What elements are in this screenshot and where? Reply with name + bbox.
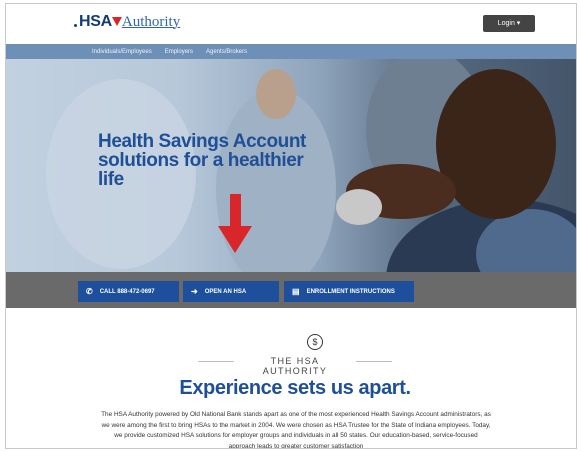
enrollment-instructions-button[interactable]: ▤ ENROLLMENT INSTRUCTIONS bbox=[284, 281, 414, 302]
logo-authority-text: Authority bbox=[121, 14, 181, 30]
nav-item-individuals[interactable]: Individuals/Employees bbox=[92, 49, 152, 55]
red-arrow-down-icon bbox=[218, 226, 252, 253]
logo-dot bbox=[74, 24, 77, 27]
logo-hsa-text: HSA bbox=[79, 13, 112, 30]
site-header: HSA Authority Login ▾ bbox=[6, 4, 576, 42]
call-button[interactable]: ✆ CALL 888-472-0697 bbox=[78, 281, 179, 302]
hero-banner: Health Savings Account solutions for a h… bbox=[6, 59, 576, 272]
hero-photo-bg-figure bbox=[256, 69, 296, 119]
section-headline: Experience sets us apart. bbox=[179, 377, 411, 399]
divider-left bbox=[198, 361, 234, 362]
logo-red-triangle-icon bbox=[111, 17, 122, 26]
open-hsa-button[interactable]: ➜ OPEN AN HSA bbox=[183, 281, 279, 302]
site-logo[interactable]: HSA Authority bbox=[74, 13, 180, 31]
open-hsa-button-label: OPEN AN HSA bbox=[204, 288, 247, 295]
divider-right bbox=[356, 361, 392, 362]
nav-item-employers[interactable]: Employers bbox=[165, 49, 193, 55]
phone-icon: ✆ bbox=[86, 287, 93, 296]
main-nav: Individuals/Employees Employers Agents/B… bbox=[6, 44, 576, 59]
hero-title: Health Savings Account solutions for a h… bbox=[98, 131, 306, 190]
nav-item-agents[interactable]: Agents/Brokers bbox=[206, 49, 247, 55]
document-icon: ▤ bbox=[292, 287, 300, 296]
section-brand-label: THE HSA AUTHORITY bbox=[262, 356, 328, 376]
enrollment-button-label: ENROLLMENT INSTRUCTIONS bbox=[306, 288, 395, 295]
action-bar: ✆ CALL 888-472-0697 ➜ OPEN AN HSA ▤ ENRO… bbox=[6, 272, 576, 308]
dollar-circle-icon: $ bbox=[307, 334, 323, 350]
enter-arrow-icon: ➜ bbox=[191, 287, 198, 296]
red-arrow-shaft bbox=[230, 194, 241, 228]
login-dropdown-button[interactable]: Login ▾ bbox=[483, 15, 535, 32]
browser-page: HSA Authority Login ▾ Individuals/Employ… bbox=[5, 3, 577, 449]
section-paragraph: The HSA Authority powered by Old Nationa… bbox=[101, 411, 491, 449]
hero-photo-watch bbox=[336, 189, 382, 225]
call-button-label: CALL 888-472-0697 bbox=[99, 288, 155, 295]
